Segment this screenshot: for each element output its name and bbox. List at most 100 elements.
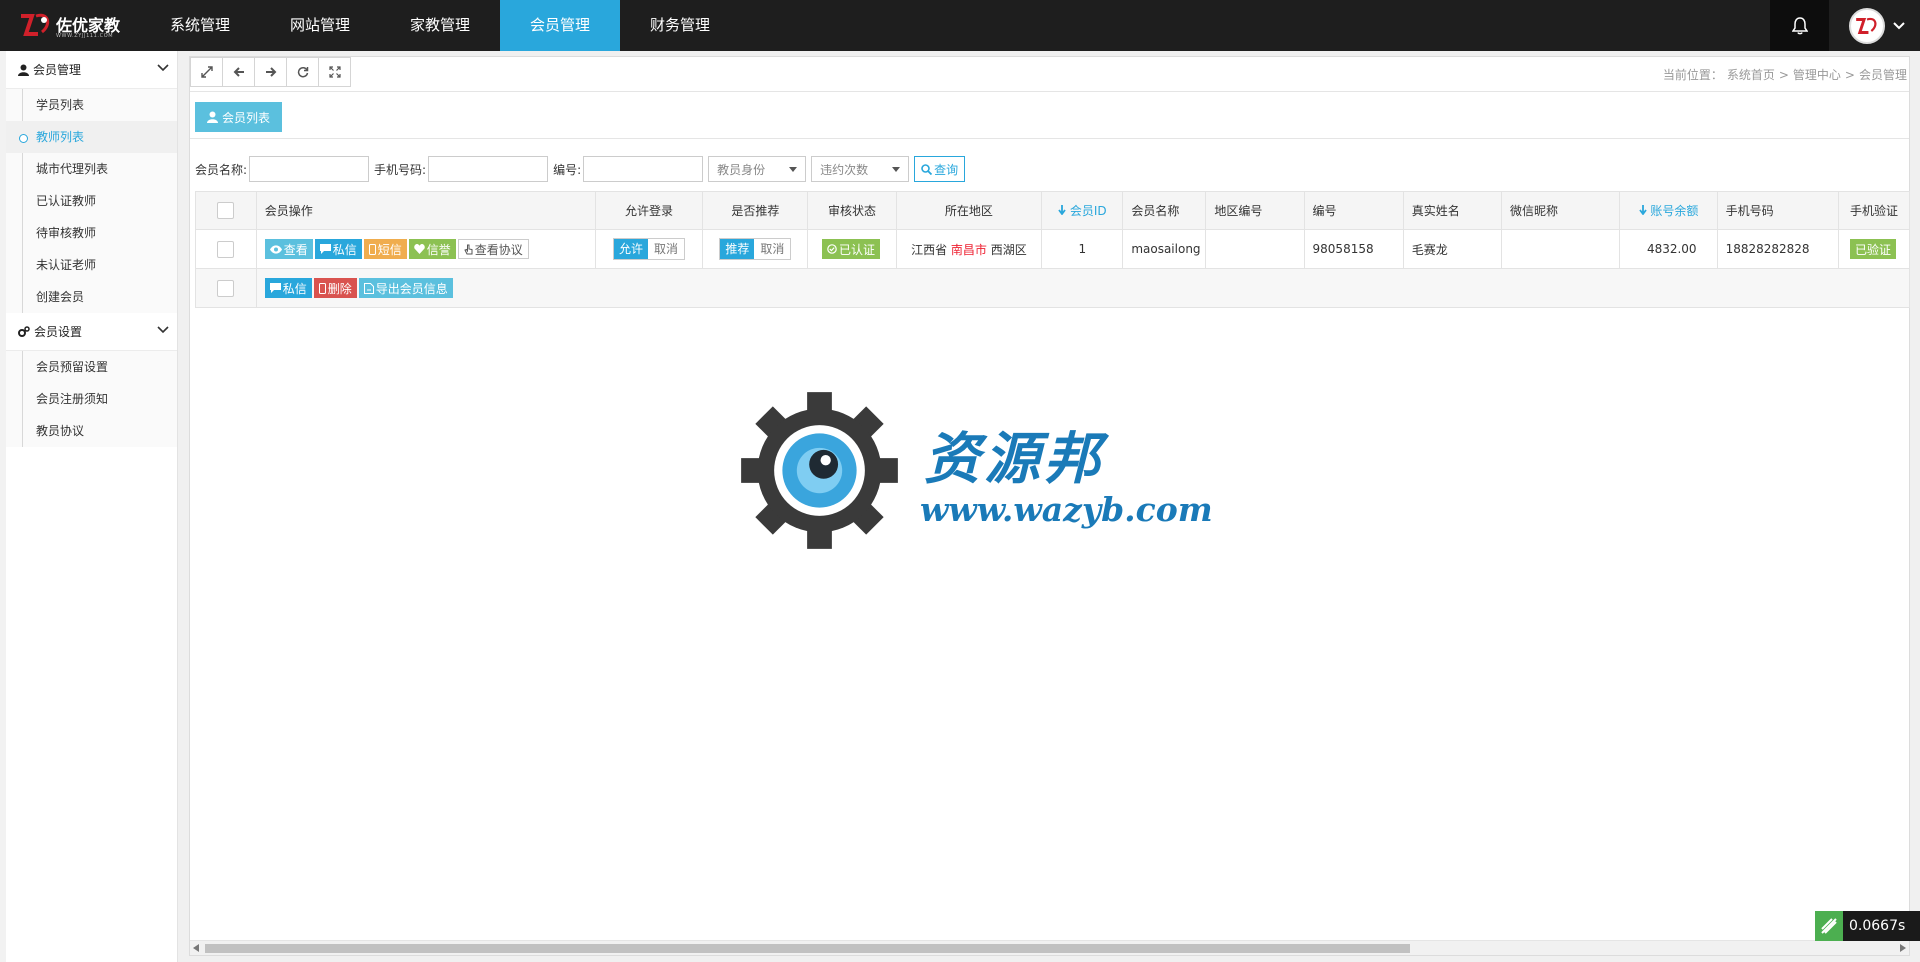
- message-button[interactable]: 私信: [314, 239, 362, 259]
- breadcrumb: 当前位置： 系统首页 > 管理中心 > 会员管理: [1661, 66, 1909, 83]
- gears-icon: [18, 325, 30, 337]
- col-allow-login: 允许登录: [594, 191, 704, 230]
- sort-down-icon: [1638, 205, 1647, 216]
- breadcrumb-prefix: 当前位置：: [1662, 68, 1723, 82]
- back-button[interactable]: [222, 57, 255, 87]
- member-table: 会员操作 允许登录 是否推荐 审核状态 所在地区 会员ID 会员名称 地区编号 …: [195, 191, 1911, 308]
- breadcrumb-admin[interactable]: 管理中心: [1793, 68, 1841, 82]
- col-region: 所在地区: [895, 191, 1043, 230]
- sidebar-item-students[interactable]: 学员列表: [6, 89, 177, 121]
- tab-member-list[interactable]: 会员列表: [195, 102, 283, 132]
- mobile-icon: [368, 243, 376, 255]
- sidebar-item-registration-notice[interactable]: 会员注册须知: [6, 383, 177, 415]
- identity-select-value: 教员身份: [717, 162, 766, 177]
- search-icon: [921, 163, 933, 175]
- allow-login-button[interactable]: 允许: [614, 239, 649, 259]
- sidebar-item-create-member[interactable]: 创建会员: [6, 281, 177, 313]
- tab-bar: 会员列表: [190, 91, 1909, 139]
- row-checkbox[interactable]: [217, 240, 235, 258]
- fullscreen-button[interactable]: [318, 57, 351, 87]
- watermark-url: www.wazyb.com: [920, 490, 1213, 529]
- col-balance-label: 账号余额: [1650, 204, 1699, 218]
- gear-eye-icon: [741, 392, 898, 549]
- arrow-right-icon: [265, 67, 276, 77]
- top-navbar: 佐优家教 WWW.ZYJJ111.COM 系统管理 网站管理 家教管理 会员管理…: [0, 0, 1920, 51]
- identity-select[interactable]: 教员身份: [708, 156, 807, 182]
- unrecommend-button[interactable]: 取消: [754, 239, 791, 259]
- nav-website[interactable]: 网站管理: [260, 0, 380, 51]
- sidebar-group-title: 会员管理: [33, 63, 82, 77]
- expand-icon: [200, 66, 213, 78]
- col-review-status: 审核状态: [807, 191, 897, 230]
- row-select-cell: [195, 229, 257, 269]
- code-label: 编号:: [553, 162, 582, 177]
- sms-button[interactable]: 短信: [363, 239, 407, 259]
- notifications-button[interactable]: [1770, 0, 1829, 51]
- phone-verified-badge[interactable]: 已验证: [1850, 239, 1897, 259]
- col-real-name: 真实姓名: [1402, 191, 1502, 230]
- scroll-right-icon[interactable]: [1900, 944, 1906, 952]
- site-logo[interactable]: 佐优家教 WWW.ZYJJ111.COM: [18, 6, 138, 44]
- recommend-toggle: 推荐 取消: [719, 238, 792, 260]
- phone-input[interactable]: [428, 156, 549, 182]
- scrollbar-thumb[interactable]: [205, 944, 1410, 953]
- view-agreement-button[interactable]: 查看协议: [457, 239, 529, 259]
- col-member-name: 会员名称: [1122, 191, 1207, 230]
- hand-pointer-icon: [464, 244, 473, 254]
- brand-url: WWW.ZYJJ111.COM: [56, 33, 114, 39]
- violation-select[interactable]: 违约次数: [811, 156, 910, 182]
- col-phone-verify: 手机验证: [1838, 191, 1910, 230]
- status-label: 已认证: [839, 242, 876, 257]
- nav-system[interactable]: 系统管理: [140, 0, 260, 51]
- view-label: 查看: [283, 242, 308, 257]
- row-actions-cell: 查看 私信 短信 信誉 查看协议: [255, 229, 596, 269]
- breadcrumb-home[interactable]: 系统首页: [1727, 68, 1775, 82]
- chevron-down-icon[interactable]: [157, 326, 169, 334]
- status-badge[interactable]: 已认证: [822, 239, 881, 259]
- col-balance[interactable]: 账号余额: [1619, 191, 1718, 230]
- col-recommend: 是否推荐: [702, 191, 809, 230]
- col-member-id[interactable]: 会员ID: [1041, 191, 1124, 230]
- sidebar-group-title: 会员设置: [34, 325, 83, 339]
- bulk-checkbox[interactable]: [217, 279, 235, 297]
- comment-icon: [319, 244, 331, 254]
- nav-members[interactable]: 会员管理: [500, 0, 620, 51]
- eye-icon: [269, 244, 282, 254]
- recommend-button[interactable]: 推荐: [720, 239, 755, 259]
- sidebar-item-verified-teachers[interactable]: 已认证教师: [6, 185, 177, 217]
- sidebar-item-teachers[interactable]: 教师列表: [6, 121, 177, 153]
- code-input[interactable]: [583, 156, 704, 182]
- bulk-actions-row: 私信 删除 导出会员信息: [195, 268, 1911, 308]
- member-name-input[interactable]: [249, 156, 370, 182]
- bulk-message-button[interactable]: 私信: [264, 278, 312, 298]
- avatar[interactable]: [1849, 7, 1885, 44]
- sidebar-group-member-settings[interactable]: 会员设置: [6, 313, 177, 351]
- horizontal-scrollbar[interactable]: [190, 940, 1909, 955]
- chevron-down-icon[interactable]: [1893, 21, 1905, 30]
- export-members-button[interactable]: 导出会员信息: [358, 278, 453, 298]
- refresh-button[interactable]: [286, 57, 319, 87]
- expand-button[interactable]: [190, 57, 223, 87]
- page-timer[interactable]: 0.0667s: [1815, 911, 1920, 941]
- sidebar-item-reserve-settings[interactable]: 会员预留设置: [6, 351, 177, 383]
- chevron-down-icon[interactable]: [157, 64, 169, 72]
- nav-finance[interactable]: 财务管理: [620, 0, 740, 51]
- scroll-left-icon[interactable]: [193, 944, 199, 952]
- sidebar-item-unverified-teachers[interactable]: 未认证老师: [6, 249, 177, 281]
- bulk-delete-button[interactable]: 删除: [313, 278, 357, 298]
- phone-cell: 18828282828: [1716, 229, 1840, 269]
- search-button[interactable]: 查询: [914, 156, 966, 182]
- view-button[interactable]: 查看: [264, 239, 313, 259]
- user-menu[interactable]: [1829, 0, 1920, 51]
- sidebar-item-city-agents[interactable]: 城市代理列表: [6, 153, 177, 185]
- timer-value: 0.0667s: [1849, 918, 1906, 934]
- forward-button[interactable]: [254, 57, 287, 87]
- sidebar-item-teacher-agreement[interactable]: 教员协议: [6, 415, 177, 447]
- bulk-delete-label: 删除: [327, 281, 352, 296]
- deny-login-button[interactable]: 取消: [648, 239, 685, 259]
- credit-button[interactable]: 信誉: [408, 239, 456, 259]
- sidebar-group-members[interactable]: 会员管理: [6, 51, 177, 89]
- sidebar-item-pending-teachers[interactable]: 待审核教师: [6, 217, 177, 249]
- nav-tutoring[interactable]: 家教管理: [380, 0, 500, 51]
- select-all-checkbox[interactable]: [217, 202, 235, 219]
